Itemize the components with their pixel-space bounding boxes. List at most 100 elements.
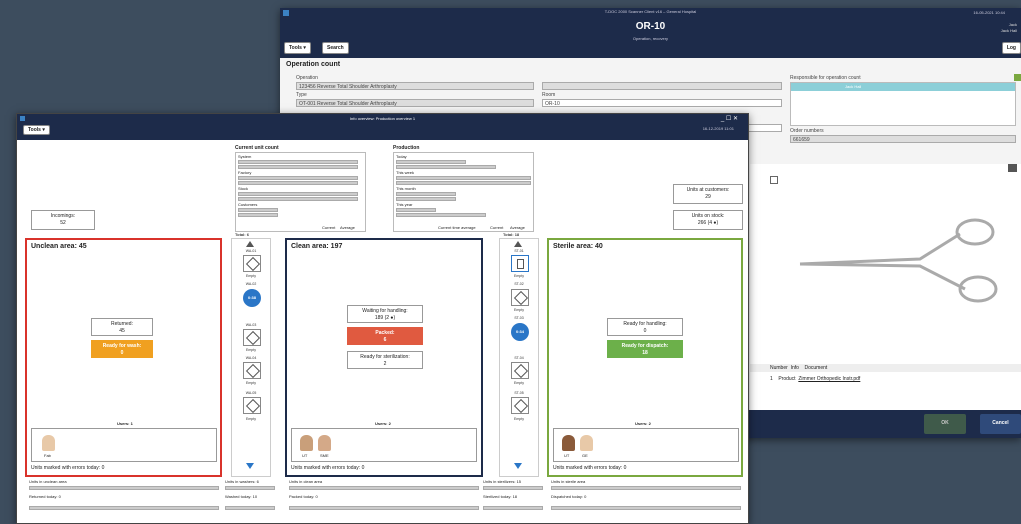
users-box: UT SME: [291, 428, 477, 462]
avatar-label: Fab: [44, 453, 51, 458]
ready-for-sterilization-box[interactable]: Ready for sterilization: 2: [347, 351, 423, 369]
washer-icon[interactable]: [243, 362, 261, 379]
type-label: Type: [296, 92, 307, 98]
avatar[interactable]: [42, 435, 55, 451]
cancel-button[interactable]: Cancel: [980, 414, 1021, 434]
play-icon[interactable]: [770, 176, 778, 184]
room-label: Room: [542, 92, 556, 98]
average-legend: Average: [510, 225, 525, 230]
order-label: Order numbers: [790, 128, 824, 134]
unclean-area-title: Unclean area: 45: [31, 243, 87, 250]
avatar[interactable]: [300, 435, 313, 451]
waiting-for-handling-box[interactable]: Waiting for handling: 189 (2 ●): [347, 305, 423, 323]
production-title: Production: [393, 145, 420, 151]
users-label: Users: 1: [117, 421, 133, 426]
avatar-label: UT: [302, 453, 308, 458]
section-title: Operation count: [286, 61, 341, 68]
avatar[interactable]: [318, 435, 331, 451]
scroll-up-icon[interactable]: [246, 241, 254, 247]
responsible-list: Jack Hall: [790, 82, 1016, 126]
units-on-stock-box[interactable]: Units on stock: 266 (4 ●): [673, 210, 743, 230]
stat-label: Units in sterile area: [551, 479, 586, 484]
ready-for-wash-box[interactable]: Ready for wash: 0: [91, 340, 153, 358]
washers-total: Total: 6: [235, 232, 249, 237]
operation-label: Operation: [296, 75, 318, 81]
logout-button[interactable]: Log: [1001, 42, 1021, 54]
washer-icon[interactable]: [243, 329, 261, 346]
room-subtitle: Operation, recovery: [632, 36, 669, 41]
units-at-customers-box[interactable]: Units at customers: 29: [673, 184, 743, 204]
washer-running-icon[interactable]: 0:38: [243, 289, 261, 307]
avatar[interactable]: [580, 435, 593, 451]
users-label: Users: 2: [635, 421, 651, 426]
current-legend: Current: [490, 225, 504, 230]
users-box: Fab: [31, 428, 217, 462]
scroll-down-icon[interactable]: [246, 463, 254, 469]
window-title: T-DOC 2000 Scanner Client v16 – General …: [604, 9, 697, 14]
sterilizer-icon[interactable]: [511, 255, 529, 272]
sterilizer-icon[interactable]: [511, 397, 529, 414]
stat-label: Units in unclean area: [29, 479, 67, 484]
title-bar: Info overview: Production overview 1 _ ☐…: [17, 114, 748, 140]
datetime: 16-05-2021 10:44: [973, 10, 1005, 15]
operation-field[interactable]: 123456 Reverse Total Shoulder Arthroplas…: [296, 82, 534, 90]
document-row[interactable]: 1 Product Zimmer Orthopedic Instr.pdf: [756, 375, 1021, 383]
sterilizer-icon[interactable]: [511, 289, 529, 306]
chevron-down-icon[interactable]: [1008, 164, 1017, 172]
title-bar: T-DOC 2000 Scanner Client v16 – General …: [280, 8, 1021, 58]
clean-area-title: Clean area: 197: [291, 243, 343, 250]
stat-label: Packed today: 0: [289, 494, 318, 499]
avatar-label: UT: [564, 453, 570, 458]
production-panel: Today This week This month This year Cur…: [393, 152, 534, 232]
sterilizers-total: Total: 18: [503, 232, 520, 237]
add-icon[interactable]: [1014, 74, 1021, 81]
current-unit-count-title: Current unit count: [235, 145, 279, 151]
avatar-label: SME: [320, 453, 329, 458]
document-table-header: Number Info Document: [750, 364, 1021, 372]
errors-label: Units marked with errors today: 0: [291, 465, 365, 471]
stat-label: Units in clean area: [289, 479, 323, 484]
sterilizers-column: ST-01 Empty ST-02 Empty ST-03 0:34 ST-04…: [499, 238, 539, 477]
incomings-box[interactable]: Incomings: 52: [31, 210, 95, 230]
type-field[interactable]: OT-001 Reverse Total Shoulder Arthroplas…: [296, 99, 534, 107]
ok-button[interactable]: OK: [924, 414, 966, 434]
user-info: Jack Jack Hall: [1000, 22, 1017, 33]
avatar-label: GE: [582, 453, 588, 458]
scroll-up-icon[interactable]: [514, 241, 522, 247]
current-unit-count-panel: System Factory Stock Customers Current A…: [235, 152, 366, 232]
sterilizer-icon[interactable]: [511, 362, 529, 379]
scroll-down-icon[interactable]: [514, 463, 522, 469]
window-title: Info overview: Production overview 1: [349, 116, 416, 121]
unclean-area: Unclean area: 45 Returned: 45 Ready for w…: [25, 238, 222, 477]
stat-label: Sterilized today: 18: [483, 494, 518, 499]
window-controls[interactable]: _ ☐ ✕: [721, 115, 738, 122]
order-field[interactable]: 661659: [790, 135, 1016, 143]
sterile-area: Sterile area: 40 Ready for handling: 0 Re…: [547, 238, 743, 477]
datetime: 16-12-2019 11:01: [702, 126, 734, 131]
sterile-area-title: Sterile area: 40: [553, 243, 603, 250]
sterilizer-running-icon[interactable]: 0:34: [511, 323, 529, 341]
stat-label: Washed today: 10: [225, 494, 258, 499]
stat-label: Returned today: 0: [29, 494, 61, 499]
errors-label: Units marked with errors today: 0: [31, 465, 105, 471]
ready-for-dispatch-box[interactable]: Ready for dispatch: 18: [607, 340, 683, 358]
current-time-average-legend: Current time average: [438, 225, 476, 230]
average-legend: Average: [340, 225, 355, 230]
washer-icon[interactable]: [243, 397, 261, 414]
room-field[interactable]: OR-10: [542, 99, 782, 107]
washer-icon[interactable]: [243, 255, 261, 272]
packed-box[interactable]: Packed: 6: [347, 327, 423, 345]
avatar[interactable]: [562, 435, 575, 451]
returned-box[interactable]: Returned: 45: [91, 318, 153, 336]
users-label: Users: 2: [375, 421, 391, 426]
clean-area: Clean area: 197 Waiting for handling: 189…: [285, 238, 483, 477]
responsible-row[interactable]: Jack Hall: [791, 83, 1015, 91]
stat-label: Dispatched today: 0: [551, 494, 587, 499]
current-legend: Current: [322, 225, 336, 230]
tools-button[interactable]: Tools ▾: [23, 125, 50, 135]
ready-for-handling-box[interactable]: Ready for handling: 0: [607, 318, 683, 336]
tools-button[interactable]: Tools ▾: [284, 42, 311, 54]
responsible-label: Responsible for operation count: [790, 75, 861, 81]
search-button[interactable]: Search: [322, 42, 349, 54]
hemostat-image: [799, 218, 998, 303]
